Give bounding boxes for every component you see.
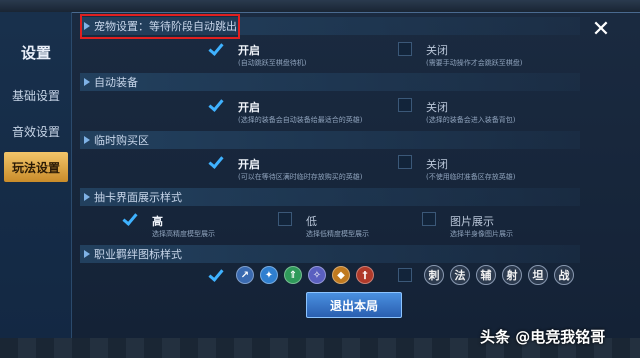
exit-match-button[interactable]: 退出本局 [306,292,402,318]
pet-off-desc: (需要手动操作才会跳跃至棋盘) [426,59,523,67]
warrior-icon: † [356,266,374,284]
display-image-desc: 选择半身像图片展示 [450,230,513,238]
display-high-checkbox[interactable] [124,212,138,226]
display-low-desc: 选择低精度模型展示 [306,230,369,238]
icon-style-text-checkbox[interactable] [398,268,412,282]
temp-on-desc: (可以在等待区满时临时存放购买的英雄) [238,173,363,181]
display-image-checkbox[interactable] [422,212,436,226]
sidebar-item-basic[interactable]: 基础设置 [4,80,68,110]
sidebar-item-gameplay[interactable]: 玩法设置 [4,152,68,182]
equip-off-label: 关闭 [426,101,448,114]
pet-on-checkbox[interactable] [210,42,224,56]
pet-off-label: 关闭 [426,44,448,57]
temp-on-checkbox[interactable] [210,155,224,169]
support-icon: ✧ [308,266,326,284]
highlight-box [80,14,240,39]
section-class-icon-style: 职业羁绊图标样式 [80,245,580,263]
close-button[interactable]: ✕ [586,14,616,44]
display-low-label: 低 [306,215,317,228]
mage-icon: ✦ [260,266,278,284]
role-text-mage: 法 [450,265,470,285]
close-icon: ✕ [591,16,611,42]
settings-sidebar: 设置 基础设置 音效设置 玩法设置 [0,12,72,340]
pet-on-label: 开启 [238,44,260,57]
role-text-assassin: 刺 [424,265,444,285]
temp-off-desc: (不使用临时准备区存放英雄) [426,173,516,181]
display-low-checkbox[interactable] [278,212,292,226]
equip-off-checkbox[interactable] [398,98,412,112]
role-text-warrior: 战 [554,265,574,285]
section-auto-equip: 自动装备 [80,73,580,91]
watermark: 头条 @电竞我铭哥 [480,328,606,346]
pet-on-desc: (自动跳跃至棋盘待机) [238,59,307,67]
role-text-ranger: 射 [502,265,522,285]
pet-off-checkbox[interactable] [398,42,412,56]
role-text-support: 辅 [476,265,496,285]
display-high-desc: 选择高精度模型展示 [152,230,215,238]
temp-off-label: 关闭 [426,158,448,171]
sidebar-title: 设置 [20,44,51,62]
equip-off-desc: (选择的装备会进入装备背包) [426,116,516,124]
equip-on-checkbox[interactable] [210,98,224,112]
tank-icon: ◆ [332,266,350,284]
assassin-icon: ↗ [236,266,254,284]
temp-on-label: 开启 [238,158,260,171]
display-high-label: 高 [152,215,163,228]
icon-style-graphic-checkbox[interactable] [210,268,224,282]
display-image-label: 图片展示 [450,215,494,228]
equip-on-label: 开启 [238,101,260,114]
section-temp-buy: 临时购买区 [80,131,580,149]
ranger-icon: ⇑ [284,266,302,284]
section-card-display: 抽卡界面展示样式 [80,188,580,206]
temp-off-checkbox[interactable] [398,155,412,169]
role-text-tank: 坦 [528,265,548,285]
sidebar-item-sound[interactable]: 音效设置 [4,116,68,146]
equip-on-desc: (选择的装备会自动装备给最适合的英雄) [238,116,363,124]
